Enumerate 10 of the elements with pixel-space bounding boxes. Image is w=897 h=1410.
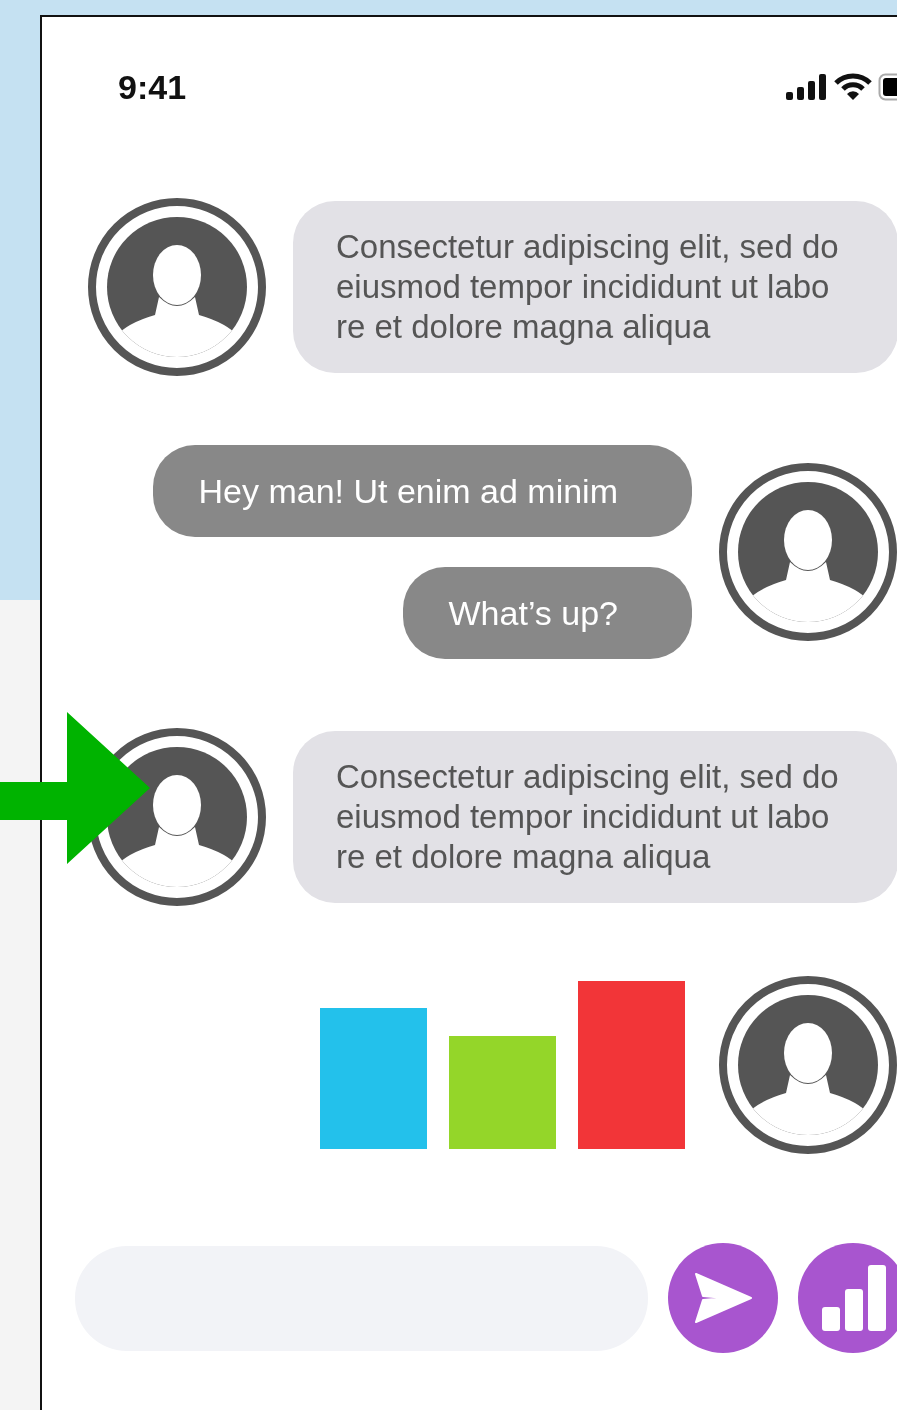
- bar-chart-icon: [820, 1265, 886, 1331]
- message-bubble: What’s up?: [402, 567, 692, 659]
- clock-time: 9:41: [118, 67, 187, 107]
- message-bubble: Consectetur adipiscing elit, sed do eiusmod tempor incididunt ut labo re et dolore magna aliqua: [293, 201, 897, 373]
- message-bubble: Consectetur adipiscing elit, sed do eiusmod tempor incididunt ut labo re et dolore magna aliqua: [293, 731, 897, 903]
- wifi-icon: [834, 73, 872, 101]
- signal-icon: [786, 74, 828, 100]
- avatar-icon: [87, 197, 267, 377]
- message-bubble: Hey man! Ut enim ad minim: [152, 445, 692, 537]
- send-icon: [693, 1272, 753, 1324]
